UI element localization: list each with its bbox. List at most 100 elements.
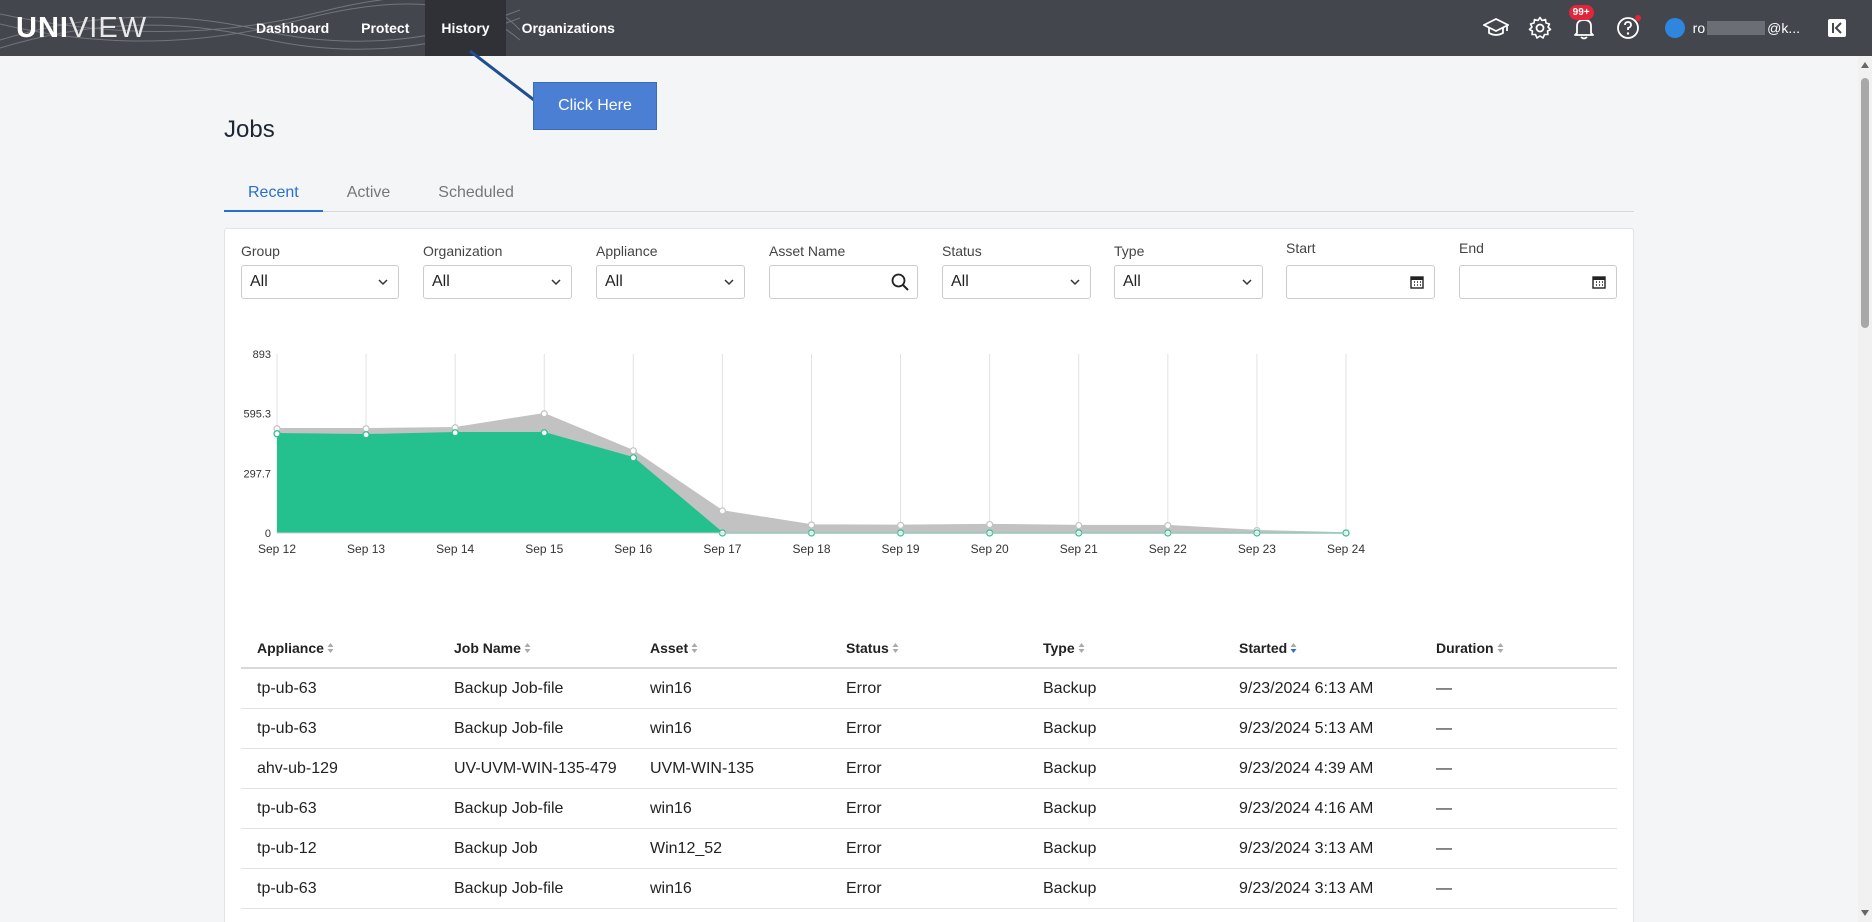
column-header-job-name[interactable]: Job Name <box>438 640 634 656</box>
data-point <box>273 430 281 438</box>
table-row[interactable]: tp-ub-63 Backup Job-file win16 Error Backup 9… <box>241 709 1617 749</box>
gear-icon[interactable] <box>1527 15 1553 41</box>
status-value: All <box>951 273 969 290</box>
data-point <box>362 431 370 439</box>
tab-active[interactable]: Active <box>323 180 415 212</box>
table-row[interactable]: ahv-ub-129 UV-UVM-WIN-135-479 UVM-WIN-135 E… <box>241 749 1617 789</box>
scroll-down-arrow-icon[interactable] <box>1861 910 1869 916</box>
search-icon[interactable] <box>891 273 909 291</box>
table-row[interactable]: tp-ub-12 Backup Job Win12_52 Error Backup 9/2… <box>241 829 1617 869</box>
x-tick-label: Sep 14 <box>436 542 474 556</box>
chevron-down-icon <box>378 279 388 286</box>
group-select[interactable]: All <box>241 265 399 299</box>
cell-status: Error <box>846 839 882 857</box>
column-header-duration[interactable]: Duration <box>1420 640 1617 656</box>
graduation-cap-icon[interactable] <box>1482 15 1509 41</box>
data-point <box>1164 521 1172 530</box>
appliance-filter: Appliance All <box>596 243 745 299</box>
click-here-callout[interactable]: Click Here <box>533 82 657 130</box>
cell-duration: — <box>1436 719 1452 737</box>
top-navigation-bar: UNIVIEW Dashboard Protect History Organi… <box>0 0 1872 56</box>
end-date-input[interactable] <box>1459 265 1617 299</box>
data-point <box>807 521 816 529</box>
main-nav: Dashboard Protect History Organizations <box>240 0 631 56</box>
nav-history[interactable]: History <box>425 0 506 56</box>
topbar-actions: 99+ ro @k... <box>1465 0 1872 56</box>
x-tick-label: Sep 12 <box>258 542 296 556</box>
end-label: End <box>1459 240 1484 256</box>
cell-job-name: Backup Job <box>454 839 538 857</box>
user-menu[interactable]: ro @k... <box>1664 18 1800 38</box>
cell-duration: — <box>1436 839 1452 857</box>
x-tick-label: Sep 18 <box>792 542 830 556</box>
app-logo[interactable]: UNIVIEW <box>16 12 147 45</box>
collapse-icon[interactable] <box>1828 19 1846 37</box>
cell-appliance: tp-ub-63 <box>257 799 317 817</box>
appliance-select[interactable]: All <box>596 265 745 299</box>
help-alert-dot <box>1634 15 1641 21</box>
logo-light-text: VIEW <box>68 12 148 44</box>
cell-job-name: Backup Job-file <box>454 679 564 697</box>
column-header-type[interactable]: Type <box>1027 640 1223 656</box>
user-name-prefix: ro <box>1692 20 1706 36</box>
organization-label: Organization <box>423 243 503 259</box>
calendar-icon[interactable] <box>1592 275 1606 289</box>
x-tick-label: Sep 16 <box>614 542 652 556</box>
column-header-asset[interactable]: Asset <box>634 640 830 656</box>
cell-type: Backup <box>1043 879 1097 897</box>
tab-recent[interactable]: Recent <box>224 180 323 212</box>
cell-started: 9/23/2024 6:13 AM <box>1239 679 1374 697</box>
end-filter: End <box>1459 240 1617 299</box>
group-filter: Group All <box>241 243 399 299</box>
page-scrollbar[interactable] <box>1858 56 1872 922</box>
cell-status: Error <box>846 799 882 817</box>
x-tick-label: Sep 17 <box>703 542 741 556</box>
cell-asset: Win12_52 <box>650 839 723 857</box>
bell-icon[interactable]: 99+ <box>1568 5 1597 41</box>
column-header-status[interactable]: Status <box>830 640 1027 656</box>
y-tick-label: 595.3 <box>243 409 271 421</box>
scroll-up-arrow-icon[interactable] <box>1861 62 1869 68</box>
tab-scheduled[interactable]: Scheduled <box>414 180 538 212</box>
appliance-label: Appliance <box>596 243 658 259</box>
nav-dashboard[interactable]: Dashboard <box>240 0 345 56</box>
cell-type: Backup <box>1043 679 1097 697</box>
scrollbar-thumb[interactable] <box>1861 78 1869 328</box>
table-row[interactable]: tp-ub-63 Backup Job-file win16 Error Backup 9… <box>241 669 1617 709</box>
asset-name-label: Asset Name <box>769 243 846 259</box>
column-header-started[interactable]: Started <box>1223 640 1420 656</box>
column-header-label: Started <box>1239 640 1288 656</box>
status-filter: Status All <box>942 243 1091 299</box>
table-body: tp-ub-63 Backup Job-file win16 Error Backup 9… <box>241 669 1617 909</box>
help-icon[interactable] <box>1615 15 1641 41</box>
cell-asset: win16 <box>650 719 692 737</box>
logo-bold-text: UNI <box>16 12 69 44</box>
organization-value: All <box>432 273 450 290</box>
status-select[interactable]: All <box>942 265 1091 299</box>
column-header-appliance[interactable]: Appliance <box>241 640 438 656</box>
column-header-label: Appliance <box>257 640 324 656</box>
type-select[interactable]: All <box>1114 265 1263 299</box>
page-title: Jobs <box>224 116 275 143</box>
asset-name-input[interactable] <box>769 265 918 299</box>
cell-job-name: Backup Job-file <box>454 719 564 737</box>
jobs-area-chart: 893 595.3 297.7 0 Sep 12 Sep 13 Sep 14 Sep 15 Se… <box>243 349 1365 556</box>
cell-job-name: UV-UVM-WIN-135-479 <box>454 759 617 777</box>
cell-started: 9/23/2024 5:13 AM <box>1239 719 1374 737</box>
table-row[interactable]: tp-ub-63 Backup Job-file win16 Error Backup 9… <box>241 789 1617 829</box>
cell-started: 9/23/2024 3:13 AM <box>1239 839 1374 857</box>
cell-asset: win16 <box>650 799 692 817</box>
nav-protect[interactable]: Protect <box>345 0 425 56</box>
start-date-input[interactable] <box>1286 265 1435 299</box>
data-point <box>362 425 370 433</box>
calendar-icon[interactable] <box>1410 275 1424 289</box>
cell-type: Backup <box>1043 759 1097 777</box>
type-value: All <box>1123 273 1141 290</box>
table-row[interactable]: tp-ub-63 Backup Job-file win16 Error Backup 9… <box>241 869 1617 909</box>
sort-icon <box>327 643 334 653</box>
cell-started: 9/23/2024 4:16 AM <box>1239 799 1374 817</box>
nav-organizations[interactable]: Organizations <box>506 0 631 56</box>
data-point <box>629 447 637 455</box>
organization-select[interactable]: All <box>423 265 572 299</box>
cell-asset: win16 <box>650 679 692 697</box>
